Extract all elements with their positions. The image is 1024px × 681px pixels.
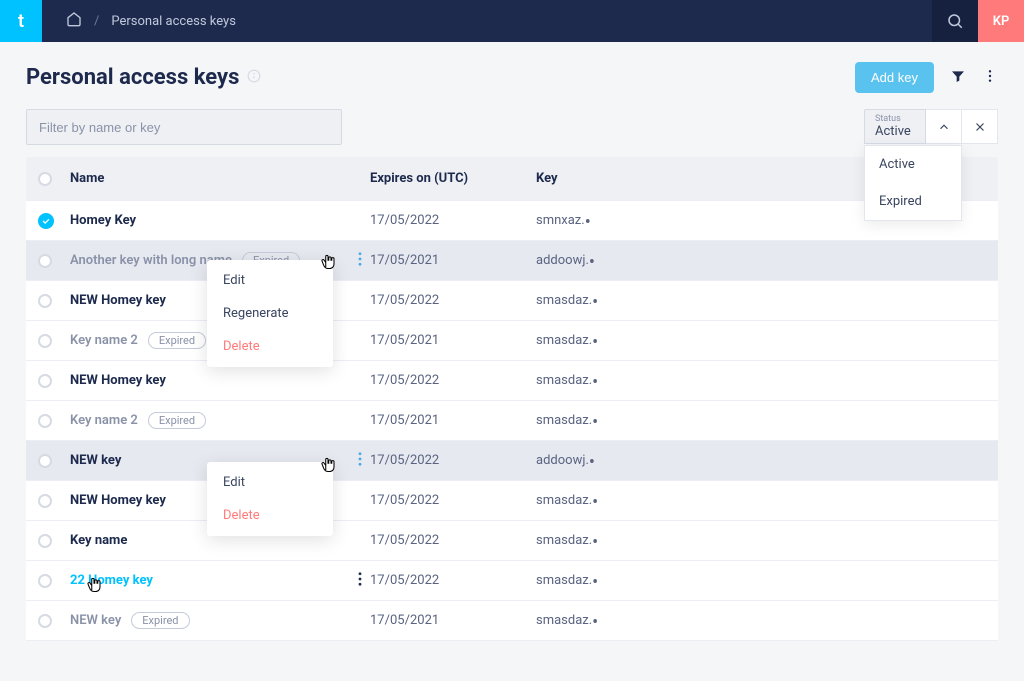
table-row[interactable]: NEW key 17/05/2022addoowj.: [26, 441, 998, 481]
expires-value: 17/05/2022: [370, 373, 536, 388]
add-key-button[interactable]: Add key: [855, 62, 934, 93]
table-header: Name Expires on (UTC) Key: [26, 157, 998, 201]
table-row[interactable]: Key name 2 Expired 17/05/2021smasdaz.: [26, 321, 998, 361]
key-name: NEW Homey key: [70, 493, 166, 508]
row-checkbox[interactable]: [38, 454, 52, 468]
table-row[interactable]: Another key with long nameExpired17/05/2…: [26, 241, 998, 281]
row-context-menu: Edit Delete: [207, 462, 333, 536]
page-header: Personal access keys Add key: [0, 42, 1024, 109]
user-avatar[interactable]: KP: [978, 0, 1024, 42]
expires-value: 17/05/2022: [370, 453, 536, 468]
expires-value: 17/05/2021: [370, 333, 536, 348]
menu-item-regenerate[interactable]: Regenerate: [207, 297, 333, 330]
table-row[interactable]: NEW key Expired 17/05/2021smasdaz.: [26, 601, 998, 641]
expired-badge: Expired: [131, 612, 189, 629]
key-name: NEW key: [70, 453, 121, 468]
home-icon[interactable]: [66, 11, 82, 31]
status-filter-trigger[interactable]: Status Active: [864, 109, 926, 144]
table-row[interactable]: NEW Homey key 17/05/2022smasdaz.: [26, 361, 998, 401]
select-all-checkbox[interactable]: [38, 172, 52, 186]
row-more-icon[interactable]: [354, 568, 366, 594]
key-value: smasdaz.: [536, 493, 986, 508]
row-context-menu: Edit Regenerate Delete: [207, 260, 333, 367]
status-filter-label: Status: [875, 114, 915, 124]
row-more-icon[interactable]: [354, 248, 366, 274]
key-value: smasdaz.: [536, 533, 986, 548]
expires-value: 17/05/2022: [370, 573, 536, 588]
filter-row: Status Active Active Expired: [0, 109, 1024, 145]
key-name: Key name 2: [70, 413, 138, 428]
key-name: NEW Homey key: [70, 373, 166, 388]
user-initials: KP: [993, 14, 1010, 29]
keys-table: Name Expires on (UTC) Key Homey Key 17/05…: [26, 157, 998, 641]
key-name: NEW key: [70, 613, 121, 628]
table-row[interactable]: NEW Homey key 17/05/2022smasdaz.: [26, 281, 998, 321]
row-checkbox[interactable]: [38, 334, 52, 348]
expires-value: 17/05/2021: [370, 253, 536, 268]
breadcrumb-current[interactable]: Personal access keys: [111, 14, 236, 29]
expired-badge: Expired: [148, 332, 206, 349]
expires-value: 17/05/2022: [370, 493, 536, 508]
row-checkbox[interactable]: [38, 414, 52, 428]
menu-item-edit[interactable]: Edit: [207, 264, 333, 297]
expires-value: 17/05/2022: [370, 213, 536, 228]
key-name: Key name: [70, 533, 127, 548]
table-row[interactable]: Key name 17/05/2022smasdaz.: [26, 521, 998, 561]
more-menu-icon[interactable]: [982, 68, 998, 88]
col-header-name[interactable]: Name: [70, 171, 370, 186]
expired-badge: Expired: [148, 412, 206, 429]
row-checkbox-checked[interactable]: [38, 213, 54, 229]
key-name: Homey Key: [70, 213, 136, 228]
row-checkbox[interactable]: [38, 574, 52, 588]
page-title: Personal access keys: [26, 65, 239, 90]
status-option-active[interactable]: Active: [865, 146, 961, 183]
app-logo[interactable]: t: [0, 0, 42, 42]
filter-icon[interactable]: [950, 68, 966, 88]
status-option-expired[interactable]: Expired: [865, 183, 961, 220]
breadcrumb-separator: /: [94, 14, 99, 29]
status-filter: Status Active Active Expired: [864, 109, 998, 144]
key-value: smasdaz.: [536, 373, 986, 388]
key-value: smasdaz.: [536, 613, 986, 628]
key-value: addoowj.: [536, 453, 986, 468]
breadcrumb: / Personal access keys: [42, 11, 236, 31]
row-checkbox[interactable]: [38, 374, 52, 388]
key-value: smasdaz.: [536, 573, 986, 588]
row-more-icon[interactable]: [354, 448, 366, 474]
key-value: smasdaz.: [536, 413, 986, 428]
table-row[interactable]: Homey Key17/05/2022smnxaz.: [26, 201, 998, 241]
status-filter-chevron[interactable]: [926, 109, 962, 144]
col-header-expires[interactable]: Expires on (UTC): [370, 171, 536, 186]
status-filter-value: Active: [875, 124, 915, 139]
row-checkbox[interactable]: [38, 294, 52, 308]
expires-value: 17/05/2022: [370, 293, 536, 308]
search-button[interactable]: [932, 0, 978, 42]
table-row[interactable]: NEW Homey key 17/05/2022smasdaz.: [26, 481, 998, 521]
menu-item-delete[interactable]: Delete: [207, 499, 333, 532]
table-row[interactable]: 22 Homey key 17/05/2022smasdaz.: [26, 561, 998, 601]
menu-item-edit[interactable]: Edit: [207, 466, 333, 499]
status-filter-menu: Active Expired: [864, 145, 962, 221]
expires-value: 17/05/2021: [370, 613, 536, 628]
key-value: smasdaz.: [536, 293, 986, 308]
key-value: smasdaz.: [536, 333, 986, 348]
row-checkbox[interactable]: [38, 494, 52, 508]
row-checkbox[interactable]: [38, 614, 52, 628]
row-checkbox[interactable]: [38, 534, 52, 548]
info-icon[interactable]: [247, 68, 261, 87]
status-filter-close[interactable]: [962, 109, 998, 144]
key-name: NEW Homey key: [70, 293, 166, 308]
topbar: t / Personal access keys KP: [0, 0, 1024, 42]
key-value: addoowj.: [536, 253, 986, 268]
expires-value: 17/05/2021: [370, 413, 536, 428]
key-name[interactable]: 22 Homey key: [70, 573, 153, 588]
menu-item-delete[interactable]: Delete: [207, 330, 333, 363]
table-row[interactable]: Key name 2 Expired 17/05/2021smasdaz.: [26, 401, 998, 441]
row-checkbox[interactable]: [38, 254, 52, 268]
expires-value: 17/05/2022: [370, 533, 536, 548]
filter-input[interactable]: [26, 109, 342, 145]
key-name: Key name 2: [70, 333, 138, 348]
